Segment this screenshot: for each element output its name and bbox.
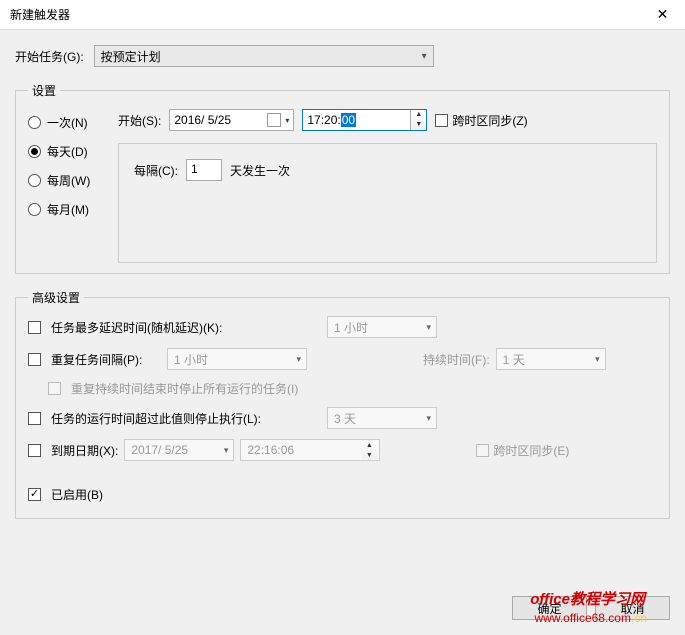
chevron-down-icon: ▾ (423, 321, 434, 334)
delay-combo: 1 小时 ▾ (327, 316, 437, 338)
repeat-label: 重复任务间隔(P): (51, 351, 161, 368)
radio-icon (28, 145, 41, 158)
titlebar: 新建触发器 ✕ (0, 0, 685, 30)
tz-sync2-row: 跨时区同步(E) (476, 442, 569, 459)
interval-label: 每隔(C): (134, 162, 178, 179)
settings-group: 设置 一次(N) 每天(D) 每周(W) 每月(M) (15, 82, 670, 274)
dialog-buttons: 确定 取消 (512, 596, 670, 620)
enabled-row: 已启用(B) (28, 486, 657, 503)
spinner-down[interactable]: ▼ (411, 120, 426, 130)
window-title: 新建触发器 (10, 6, 70, 23)
start-label: 开始(S): (118, 112, 161, 129)
calendar-icon (267, 113, 281, 127)
chevron-down-icon: ▾ (422, 51, 427, 62)
start-time-value: 17:20:00 (307, 113, 356, 127)
start-time-input[interactable]: 17:20:00 ▲ ▼ (302, 109, 427, 131)
chevron-down-icon: ▾ (221, 444, 232, 457)
duration-value: 1 天 (503, 351, 525, 368)
expire-checkbox[interactable] (28, 444, 41, 457)
repeat-row: 重复任务间隔(P): 1 小时 ▾ 持续时间(F): 1 天 ▾ (28, 348, 657, 370)
expire-time-value: 22:16:06 (247, 443, 294, 457)
radio-monthly-label: 每月(M) (47, 201, 89, 218)
schedule-radio-group: 一次(N) 每天(D) 每周(W) 每月(M) (28, 109, 118, 263)
tz-sync-checkbox[interactable] (435, 114, 448, 127)
interval-suffix: 天发生一次 (230, 162, 290, 179)
advanced-group: 高级设置 任务最多延迟时间(随机延迟)(K): 1 小时 ▾ 重复任务间隔(P)… (15, 289, 670, 519)
radio-icon (28, 116, 41, 129)
expire-date-value: 2017/ 5/25 (131, 443, 188, 457)
interval-row: 每隔(C): 1 天发生一次 (134, 159, 641, 181)
chevron-down-icon: ▾ (293, 353, 304, 366)
duration-combo: 1 天 ▾ (496, 348, 606, 370)
start-date-value: 2016/ 5/25 (174, 113, 231, 127)
radio-once[interactable]: 一次(N) (28, 114, 118, 131)
delay-label: 任务最多延迟时间(随机延迟)(K): (51, 319, 321, 336)
expire-time-input: 22:16:06 ▲ ▼ (240, 439, 380, 461)
stop-after-dur-row: 重复持续时间结束时停止所有运行的任务(I) (48, 380, 657, 397)
tz-sync-label: 跨时区同步(Z) (452, 112, 527, 129)
spinner-up[interactable]: ▲ (411, 110, 426, 120)
stop-if-runs-checkbox[interactable] (28, 412, 41, 425)
close-button[interactable]: ✕ (640, 0, 685, 30)
ok-button[interactable]: 确定 (512, 596, 587, 620)
recur-panel: 每隔(C): 1 天发生一次 (118, 143, 657, 263)
advanced-legend: 高级设置 (28, 289, 84, 306)
start-date-input[interactable]: 2016/ 5/25 ▾ (169, 109, 294, 131)
spinner-down: ▼ (361, 451, 377, 461)
delay-row: 任务最多延迟时间(随机延迟)(K): 1 小时 ▾ (28, 316, 657, 338)
stop-if-runs-label: 任务的运行时间超过此值则停止执行(L): (51, 410, 321, 427)
tz-sync-row: 跨时区同步(Z) (435, 112, 527, 129)
radio-icon (28, 203, 41, 216)
time-spinner: ▲ ▼ (361, 441, 377, 459)
begin-task-value: 按预定计划 (101, 48, 161, 65)
stop-if-runs-row: 任务的运行时间超过此值则停止执行(L): 3 天 ▾ (28, 407, 657, 429)
settings-right-panel: 开始(S): 2016/ 5/25 ▾ 17:20:00 ▲ ▼ (118, 109, 657, 263)
radio-weekly-label: 每周(W) (47, 172, 90, 189)
radio-daily-label: 每天(D) (47, 143, 88, 160)
radio-monthly[interactable]: 每月(M) (28, 201, 118, 218)
chevron-down-icon: ▾ (592, 353, 603, 366)
begin-task-label: 开始任务(G): (15, 48, 84, 65)
time-spinner: ▲ ▼ (410, 110, 426, 130)
radio-daily[interactable]: 每天(D) (28, 143, 118, 160)
tz-sync2-checkbox (476, 444, 489, 457)
enabled-checkbox[interactable] (28, 488, 41, 501)
stop-after-dur-checkbox (48, 382, 61, 395)
duration-label: 持续时间(F): (423, 351, 490, 368)
begin-task-row: 开始任务(G): 按预定计划 ▾ (15, 45, 670, 67)
chevron-down-icon: ▾ (285, 116, 289, 125)
expire-date-input: 2017/ 5/25 ▾ (124, 439, 234, 461)
stop-if-runs-combo: 3 天 ▾ (327, 407, 437, 429)
spinner-up: ▲ (361, 441, 377, 451)
settings-legend: 设置 (28, 82, 60, 99)
radio-once-label: 一次(N) (47, 114, 88, 131)
stop-if-runs-value: 3 天 (334, 410, 356, 427)
cancel-button[interactable]: 取消 (595, 596, 670, 620)
expire-label: 到期日期(X): (51, 442, 118, 459)
repeat-checkbox[interactable] (28, 353, 41, 366)
enabled-label: 已启用(B) (51, 486, 103, 503)
delay-value: 1 小时 (334, 319, 368, 336)
stop-after-dur-label: 重复持续时间结束时停止所有运行的任务(I) (71, 380, 298, 397)
chevron-down-icon: ▾ (423, 412, 434, 425)
radio-weekly[interactable]: 每周(W) (28, 172, 118, 189)
start-row: 开始(S): 2016/ 5/25 ▾ 17:20:00 ▲ ▼ (118, 109, 657, 131)
tz-sync2-label: 跨时区同步(E) (493, 442, 569, 459)
expire-row: 到期日期(X): 2017/ 5/25 ▾ 22:16:06 ▲ ▼ 跨时区同步… (28, 439, 657, 461)
begin-task-select[interactable]: 按预定计划 ▾ (94, 45, 434, 67)
delay-checkbox[interactable] (28, 321, 41, 334)
interval-input[interactable]: 1 (186, 159, 222, 181)
radio-icon (28, 174, 41, 187)
repeat-combo: 1 小时 ▾ (167, 348, 307, 370)
repeat-value: 1 小时 (174, 351, 208, 368)
dialog-content: 开始任务(G): 按预定计划 ▾ 设置 一次(N) 每天(D) 每周(W) (0, 30, 685, 635)
